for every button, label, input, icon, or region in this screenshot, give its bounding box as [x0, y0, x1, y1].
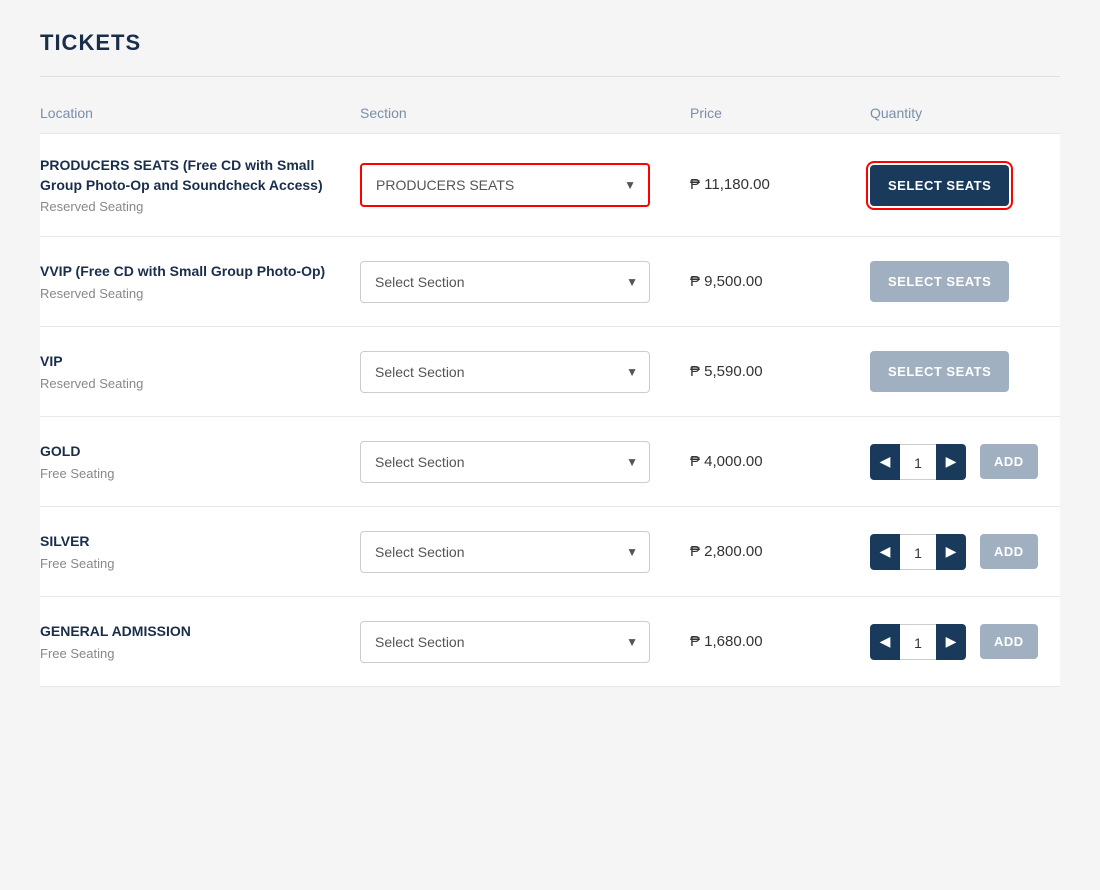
ticket-sub: Reserved Seating: [40, 376, 360, 391]
section-cell: Select Section ▼: [360, 261, 690, 303]
location-cell: SILVER Free Seating: [40, 532, 360, 571]
stepper-value: 1: [900, 444, 936, 480]
decrement-button[interactable]: ◀: [870, 534, 900, 570]
section-cell: Select Section ▼: [360, 621, 690, 663]
section-select[interactable]: PRODUCERS SEATS: [362, 165, 648, 205]
location-cell: VIP Reserved Seating: [40, 352, 360, 391]
quantity-stepper: ◀ 1 ▶: [870, 534, 966, 570]
decrement-button[interactable]: ◀: [870, 444, 900, 480]
ticket-table: PRODUCERS SEATS (Free CD with Small Grou…: [40, 133, 1060, 687]
section-cell: Select Section ▼: [360, 351, 690, 393]
price-value: ₱ 5,590.00: [690, 363, 763, 380]
section-select[interactable]: Select Section: [360, 531, 650, 573]
quantity-cell: SELECT SEATS: [870, 261, 1050, 302]
ticket-name: VVIP (Free CD with Small Group Photo-Op): [40, 262, 360, 282]
select-seats-button[interactable]: SELECT SEATS: [870, 261, 1009, 302]
section-select[interactable]: Select Section: [360, 441, 650, 483]
ticket-sub: Free Seating: [40, 646, 360, 661]
price-value: ₱ 9,500.00: [690, 273, 763, 290]
table-row: VIP Reserved Seating Select Section ▼ ₱ …: [40, 327, 1060, 417]
price-cell: ₱ 9,500.00: [690, 273, 870, 291]
increment-button[interactable]: ▶: [936, 444, 966, 480]
add-button[interactable]: ADD: [980, 444, 1038, 479]
quantity-cell: ◀ 1 ▶ ADD: [870, 444, 1050, 480]
quantity-cell: ◀ 1 ▶ ADD: [870, 624, 1050, 660]
section-select-wrapper: Select Section ▼: [360, 621, 650, 663]
location-cell: PRODUCERS SEATS (Free CD with Small Grou…: [40, 156, 360, 214]
col-quantity: Quantity: [870, 105, 1050, 121]
section-select[interactable]: Select Section: [360, 351, 650, 393]
section-select[interactable]: Select Section: [360, 261, 650, 303]
table-row: SILVER Free Seating Select Section ▼ ₱ 2…: [40, 507, 1060, 597]
increment-button[interactable]: ▶: [936, 624, 966, 660]
section-select-wrapper: Select Section ▼: [360, 351, 650, 393]
decrement-button[interactable]: ◀: [870, 624, 900, 660]
location-cell: VVIP (Free CD with Small Group Photo-Op)…: [40, 262, 360, 301]
price-cell: ₱ 2,800.00: [690, 543, 870, 561]
quantity-cell: ◀ 1 ▶ ADD: [870, 534, 1050, 570]
section-select[interactable]: Select Section: [360, 621, 650, 663]
ticket-name: PRODUCERS SEATS (Free CD with Small Grou…: [40, 156, 360, 195]
table-header: Location Section Price Quantity: [40, 97, 1060, 133]
section-select-wrapper: Select Section ▼: [360, 261, 650, 303]
stepper-value: 1: [900, 534, 936, 570]
price-cell: ₱ 11,180.00: [690, 176, 870, 194]
increment-button[interactable]: ▶: [936, 534, 966, 570]
ticket-name: GENERAL ADMISSION: [40, 622, 360, 642]
ticket-sub: Free Seating: [40, 466, 360, 481]
ticket-sub: Free Seating: [40, 556, 360, 571]
price-cell: ₱ 1,680.00: [690, 633, 870, 651]
location-cell: GOLD Free Seating: [40, 442, 360, 481]
ticket-name: GOLD: [40, 442, 360, 462]
divider: [40, 76, 1060, 77]
page-title: TICKETS: [40, 30, 1060, 56]
col-price: Price: [690, 105, 870, 121]
ticket-name: VIP: [40, 352, 360, 372]
quantity-stepper: ◀ 1 ▶: [870, 444, 966, 480]
table-row: GOLD Free Seating Select Section ▼ ₱ 4,0…: [40, 417, 1060, 507]
table-row: VVIP (Free CD with Small Group Photo-Op)…: [40, 237, 1060, 327]
table-row: GENERAL ADMISSION Free Seating Select Se…: [40, 597, 1060, 687]
stepper-value: 1: [900, 624, 936, 660]
section-select-wrapper: PRODUCERS SEATS ▼: [360, 163, 650, 207]
section-select-wrapper: Select Section ▼: [360, 441, 650, 483]
price-value: ₱ 2,800.00: [690, 543, 763, 560]
price-value: ₱ 4,000.00: [690, 453, 763, 470]
col-section: Section: [360, 105, 690, 121]
col-location: Location: [40, 105, 360, 121]
location-cell: GENERAL ADMISSION Free Seating: [40, 622, 360, 661]
ticket-sub: Reserved Seating: [40, 199, 360, 214]
table-row: PRODUCERS SEATS (Free CD with Small Grou…: [40, 133, 1060, 237]
add-button[interactable]: ADD: [980, 534, 1038, 569]
price-value: ₱ 1,680.00: [690, 633, 763, 650]
quantity-cell: SELECT SEATS: [870, 165, 1050, 206]
ticket-name: SILVER: [40, 532, 360, 552]
price-value: ₱ 11,180.00: [690, 176, 770, 193]
section-cell: Select Section ▼: [360, 441, 690, 483]
quantity-stepper: ◀ 1 ▶: [870, 624, 966, 660]
ticket-sub: Reserved Seating: [40, 286, 360, 301]
section-cell: PRODUCERS SEATS ▼: [360, 163, 690, 207]
select-seats-button[interactable]: SELECT SEATS: [870, 351, 1009, 392]
select-seats-button[interactable]: SELECT SEATS: [870, 165, 1009, 206]
add-button[interactable]: ADD: [980, 624, 1038, 659]
section-select-wrapper: Select Section ▼: [360, 531, 650, 573]
quantity-cell: SELECT SEATS: [870, 351, 1050, 392]
price-cell: ₱ 4,000.00: [690, 453, 870, 471]
price-cell: ₱ 5,590.00: [690, 363, 870, 381]
section-cell: Select Section ▼: [360, 531, 690, 573]
